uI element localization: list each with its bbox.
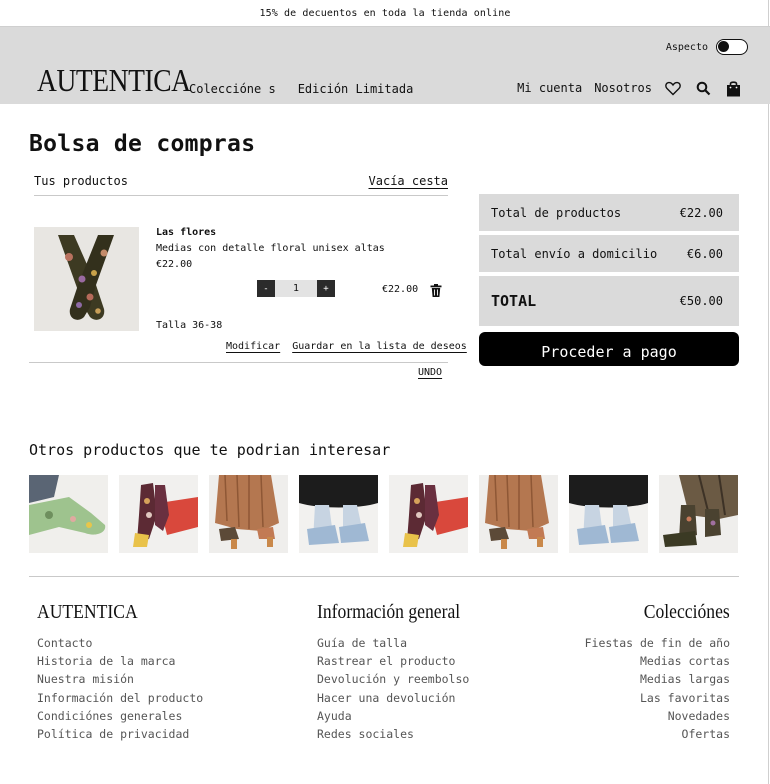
account-nav: Mi cuenta Nosotros [517,79,742,97]
divider [29,362,448,363]
toggle-knob [718,41,729,52]
product-name[interactable]: Las flores [156,227,216,238]
footer-link[interactable]: Política de privacidad [37,725,203,743]
bag-icon[interactable] [724,79,742,97]
product-image[interactable] [34,227,139,331]
summary-products-label: Total de productos [491,205,622,220]
footer-title-info: Información general [317,601,461,623]
qty-decrease-button[interactable]: - [257,280,275,297]
recommendations-row [29,475,738,553]
page-edge [768,0,769,784]
nav-item-mi-cuenta[interactable]: Mi cuenta [517,81,582,95]
recommendations-title: Otros productos que te podrian interesar [29,441,391,459]
undo-link[interactable]: UNDO [418,367,442,378]
empty-cart-link[interactable]: Vacía cesta [369,174,448,188]
footer-col-info: Guía de talla Rastrear el producto Devol… [317,634,469,743]
footer-link[interactable]: Guía de talla [317,634,469,652]
line-total: €22.00 [382,284,419,295]
footer-link[interactable]: Redes sociales [317,725,469,743]
products-label: Tus productos [34,174,128,188]
footer-link[interactable]: Hacer una devolución [317,689,469,707]
heart-icon[interactable] [664,79,682,97]
product-description: Medias con detalle floral unisex altas [156,243,385,254]
recommended-product[interactable] [569,475,648,553]
footer-link[interactable]: Las favoritas [585,689,730,707]
quantity-stepper: - 1 + [257,280,335,297]
divider [34,195,448,196]
summary-total-value: €50.00 [679,294,723,308]
main-nav: Coleccióne s Edición Limitada [189,82,413,96]
promo-text: 15% de decuentos en toda la tienda onlin… [259,7,511,19]
footer-link[interactable]: Novedades [585,707,730,725]
nav-item-nosotros[interactable]: Nosotros [594,81,652,95]
recommended-product[interactable] [389,475,468,553]
nav-item-edicion-limitada[interactable]: Edición Limitada [298,82,414,96]
recommended-product[interactable] [299,475,378,553]
aspect-label: Aspecto [665,41,708,53]
item-actions: Modificar Guardar en la lista de deseos [226,341,467,352]
recommended-product[interactable] [119,475,198,553]
footer-link[interactable]: Historia de la marca [37,652,203,670]
summary-products-row: Total de productos €22.00 [479,194,739,231]
footer-divider [29,576,739,577]
search-icon[interactable] [694,79,712,97]
footer-link[interactable]: Ofertas [585,725,730,743]
summary-products-value: €22.00 [679,205,723,220]
site-header: Aspecto AUTENTICA Coleccióne s Edición L… [0,27,770,104]
footer-link[interactable]: Nuestra misión [37,670,203,688]
summary-total-label: TOTAL [491,292,537,310]
footer-link[interactable]: Medias cortas [585,652,730,670]
summary-shipping-label: Total envío a domicilio [491,246,658,261]
footer-link[interactable]: Ayuda [317,707,469,725]
footer-link[interactable]: Rastrear el producto [317,652,469,670]
footer-title-brand: AUTENTICA [37,601,138,623]
footer-link[interactable]: Medias largas [585,670,730,688]
modify-link[interactable]: Modificar [226,341,280,352]
footer-link[interactable]: Fiestas de fin de año [585,634,730,652]
product-price: €22.00 [156,259,193,270]
footer-col-collections: Fiestas de fin de año Medias cortas Medi… [585,634,730,743]
footer-col-brand: Contacto Historia de la marca Nuestra mi… [37,634,203,743]
qty-value[interactable]: 1 [275,280,317,297]
recommended-product[interactable] [29,475,108,553]
summary-total-row: TOTAL €50.00 [479,276,739,326]
aspect-toggle[interactable] [716,39,748,55]
summary-shipping-value: €6.00 [686,246,723,261]
footer-link[interactable]: Condiciónes generales [37,707,203,725]
site-logo[interactable]: AUTENTICA [37,64,191,96]
footer-link[interactable]: Información del producto [37,689,203,707]
summary-shipping-row: Total envío a domicilio €6.00 [479,235,739,272]
footer-link[interactable]: Devolución y reembolso [317,670,469,688]
recommended-product[interactable] [659,475,738,553]
products-header: Tus productos Vacía cesta [34,174,448,188]
aspect-toggle-group: Aspecto [666,39,748,55]
recommended-product[interactable] [479,475,558,553]
recommended-product[interactable] [209,475,288,553]
footer-title-collections: Colecciónes [643,601,730,623]
product-size: Talla 36-38 [156,320,223,331]
checkout-button[interactable]: Proceder a pago [479,332,739,366]
page-title: Bolsa de compras [29,131,256,157]
nav-item-colecciones[interactable]: Coleccióne s [189,82,276,96]
footer-link[interactable]: Contacto [37,634,203,652]
promo-bar: 15% de decuentos en toda la tienda onlin… [0,0,770,27]
trash-icon[interactable] [430,282,442,301]
save-to-wishlist-link[interactable]: Guardar en la lista de deseos [292,341,467,352]
qty-increase-button[interactable]: + [317,280,335,297]
